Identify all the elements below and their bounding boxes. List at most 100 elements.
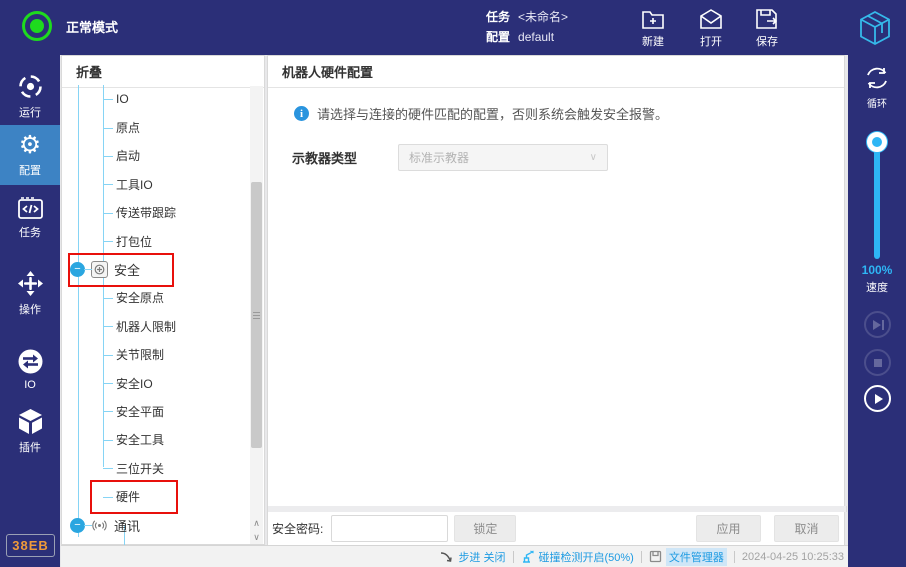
apply-button[interactable]: 应用: [696, 515, 761, 542]
nav-operate-label: 操作: [19, 301, 41, 317]
stop-icon: [874, 359, 882, 367]
step-arrow-icon: [440, 551, 454, 563]
status-separator: [641, 551, 642, 563]
tree-item-joint-limits[interactable]: 关节限制: [62, 341, 250, 369]
code-window-icon: [17, 196, 44, 220]
status-timestamp: 2024-04-25 10:25:33: [742, 551, 844, 563]
password-label: 安全密码:: [272, 520, 323, 537]
tree-item-io[interactable]: IO: [62, 85, 250, 113]
config-label: 配置: [486, 27, 510, 47]
nav-item-operate[interactable]: 操作: [0, 270, 60, 317]
task-config-info: 任务<未命名> 配置default: [486, 7, 568, 47]
tree-item-robot-limits[interactable]: 机器人限制: [62, 312, 250, 340]
pendant-type-value: 标准示教器: [409, 149, 469, 166]
mode-label: 正常模式: [66, 17, 118, 36]
speed-label: 速度: [848, 279, 906, 295]
speed-slider[interactable]: [874, 141, 880, 259]
info-message: i 请选择与连接的硬件匹配的配置，否则系统会触发安全报警。: [294, 104, 668, 123]
nav-item-task[interactable]: 任务: [0, 196, 60, 240]
open-button-label: 打开: [700, 33, 722, 49]
save-button-label: 保存: [756, 33, 778, 49]
shield-plus-icon: [91, 261, 108, 278]
status-bar: 步进 关闭 碰撞检测开启(50%) 文件管理器 2024-04-25 10:25…: [61, 545, 848, 567]
nav-item-io[interactable]: IO: [0, 348, 60, 391]
open-button[interactable]: 打开: [688, 8, 734, 49]
pendant-type-row: 示教器类型 标准示教器 ∨: [292, 144, 608, 171]
tree-item-origin[interactable]: 原点: [62, 113, 250, 141]
tree-item-safety-plane[interactable]: 安全平面: [62, 397, 250, 425]
new-button[interactable]: 新建: [630, 8, 676, 49]
lock-button[interactable]: 锁定: [454, 515, 516, 542]
left-nav-sidebar: 运行 ⚙ 配置 任务 操作: [0, 55, 60, 567]
antenna-icon: [91, 517, 108, 534]
mode-status-light-icon: [22, 11, 52, 41]
loop-mode-button[interactable]: 循环: [848, 64, 906, 110]
io-cycle-icon: [17, 348, 44, 375]
speed-percent: 100%: [848, 263, 906, 277]
tree-item-pack[interactable]: 打包位: [62, 227, 250, 255]
tree-item-safety-home[interactable]: 安全原点: [62, 284, 250, 312]
nav-plugin-label: 插件: [19, 439, 41, 455]
password-input[interactable]: [331, 515, 448, 542]
play-button[interactable]: [864, 385, 891, 412]
tree-item-communication[interactable]: − 通讯: [62, 511, 250, 539]
scroll-up-icon[interactable]: ∧: [250, 516, 263, 530]
cancel-button[interactable]: 取消: [774, 515, 839, 542]
cube-icon: [17, 408, 44, 435]
file-manager-button[interactable]: 文件管理器: [649, 548, 727, 566]
step-mode-status[interactable]: 步进 关闭: [440, 549, 505, 565]
open-envelope-icon: [699, 8, 723, 30]
stop-button[interactable]: [864, 349, 891, 376]
nav-item-config-active[interactable]: ⚙ 配置: [0, 125, 60, 185]
status-separator: [513, 551, 514, 563]
config-tree-panel: 折叠 IO 原点 启动 工具IO 传送带跟踪 打包位 − 安全 安全原点 机器人…: [61, 55, 265, 545]
tree-panel-title: 折叠: [62, 56, 264, 88]
right-control-sidebar: 循环 100% 速度: [848, 55, 906, 567]
tree-item-tool-io[interactable]: 工具IO: [62, 170, 250, 198]
status-separator: [734, 551, 735, 563]
brand-cube-logo: [858, 10, 892, 46]
tree-item-hardware[interactable]: 硬件: [62, 482, 250, 510]
tree-scrollbar-thumb[interactable]: [251, 182, 262, 448]
info-text: 请选择与连接的硬件匹配的配置，否则系统会触发安全报警。: [317, 104, 668, 123]
gear-icon: ⚙: [19, 132, 41, 158]
tree-scrollbar[interactable]: ∧ ∨: [250, 86, 263, 544]
nav-run-label: 运行: [19, 104, 41, 120]
tree-item-three-position-switch[interactable]: 三位开关: [62, 454, 250, 482]
tree-item-conveyor[interactable]: 传送带跟踪: [62, 199, 250, 227]
pendant-type-select[interactable]: 标准示教器 ∨: [398, 144, 608, 171]
task-label: 任务: [486, 7, 510, 27]
step-forward-icon: [871, 320, 884, 330]
pendant-type-label: 示教器类型: [292, 148, 398, 167]
loop-icon: [863, 64, 891, 92]
loop-label: 循环: [867, 95, 887, 110]
tree-item-safety-io[interactable]: 安全IO: [62, 369, 250, 397]
save-disk-icon: [755, 8, 779, 30]
status-badge: 38EB: [6, 534, 55, 557]
nav-task-label: 任务: [19, 224, 41, 240]
config-tree: IO 原点 启动 工具IO 传送带跟踪 打包位 − 安全 安全原点 机器人限制 …: [62, 85, 250, 546]
collapse-toggle-icon[interactable]: −: [70, 262, 85, 277]
speed-slider-knob[interactable]: [867, 132, 887, 152]
collision-detection-label: 碰撞检测开启(50%): [539, 549, 634, 565]
top-bar: 正常模式 任务<未命名> 配置default 新建 打开 保存: [0, 0, 906, 55]
nav-item-plugin[interactable]: 插件: [0, 408, 60, 455]
nav-config-label: 配置: [19, 162, 41, 178]
safety-password-bar: 安全密码: 锁定 应用 取消: [268, 512, 844, 545]
run-target-icon: [17, 73, 44, 100]
file-manager-label: 文件管理器: [666, 548, 727, 566]
step-forward-button[interactable]: [864, 311, 891, 338]
save-button[interactable]: 保存: [744, 8, 790, 49]
collision-icon: [521, 550, 535, 563]
tree-item-startup[interactable]: 启动: [62, 142, 250, 170]
file-manager-icon: [649, 550, 662, 563]
collapse-toggle-icon[interactable]: −: [70, 518, 85, 533]
tree-item-safety-tool[interactable]: 安全工具: [62, 426, 250, 454]
step-mode-label: 步进 关闭: [458, 549, 505, 565]
nav-item-run[interactable]: 运行: [0, 73, 60, 120]
nav-io-label: IO: [24, 379, 36, 391]
scroll-down-icon[interactable]: ∨: [250, 530, 263, 544]
collision-detection-status[interactable]: 碰撞检测开启(50%): [521, 549, 634, 565]
tree-item-safety[interactable]: − 安全: [62, 255, 250, 283]
page-title: 机器人硬件配置: [268, 56, 844, 88]
